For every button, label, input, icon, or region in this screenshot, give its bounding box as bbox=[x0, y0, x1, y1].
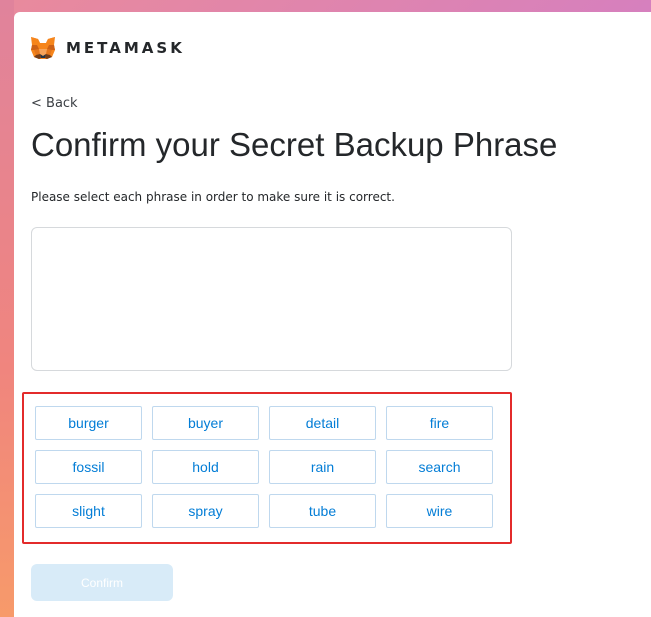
word-button-hold[interactable]: hold bbox=[152, 450, 259, 484]
back-link[interactable]: < Back bbox=[31, 96, 78, 111]
word-button-rain[interactable]: rain bbox=[269, 450, 376, 484]
onboarding-panel: METAMASK < Back Confirm your Secret Back… bbox=[14, 12, 651, 617]
word-button-slight[interactable]: slight bbox=[35, 494, 142, 528]
word-button-fossil[interactable]: fossil bbox=[35, 450, 142, 484]
selected-phrase-area[interactable] bbox=[31, 227, 512, 371]
instructions-text: Please select each phrase in order to ma… bbox=[31, 190, 395, 204]
word-button-wire[interactable]: wire bbox=[386, 494, 493, 528]
confirm-button[interactable]: Confirm bbox=[31, 564, 173, 601]
word-button-fire[interactable]: fire bbox=[386, 406, 493, 440]
metamask-fox-icon bbox=[31, 37, 55, 59]
page-title: Confirm your Secret Backup Phrase bbox=[31, 126, 558, 163]
word-button-search[interactable]: search bbox=[386, 450, 493, 484]
brand-name: METAMASK bbox=[66, 39, 185, 57]
metamask-logo: METAMASK bbox=[30, 36, 185, 60]
word-button-tube[interactable]: tube bbox=[269, 494, 376, 528]
word-button-detail[interactable]: detail bbox=[269, 406, 376, 440]
background-edge bbox=[0, 0, 14, 617]
word-button-buyer[interactable]: buyer bbox=[152, 406, 259, 440]
word-button-spray[interactable]: spray bbox=[152, 494, 259, 528]
word-button-burger[interactable]: burger bbox=[35, 406, 142, 440]
word-options-grid: burger buyer detail fire fossil hold rai… bbox=[35, 406, 493, 528]
